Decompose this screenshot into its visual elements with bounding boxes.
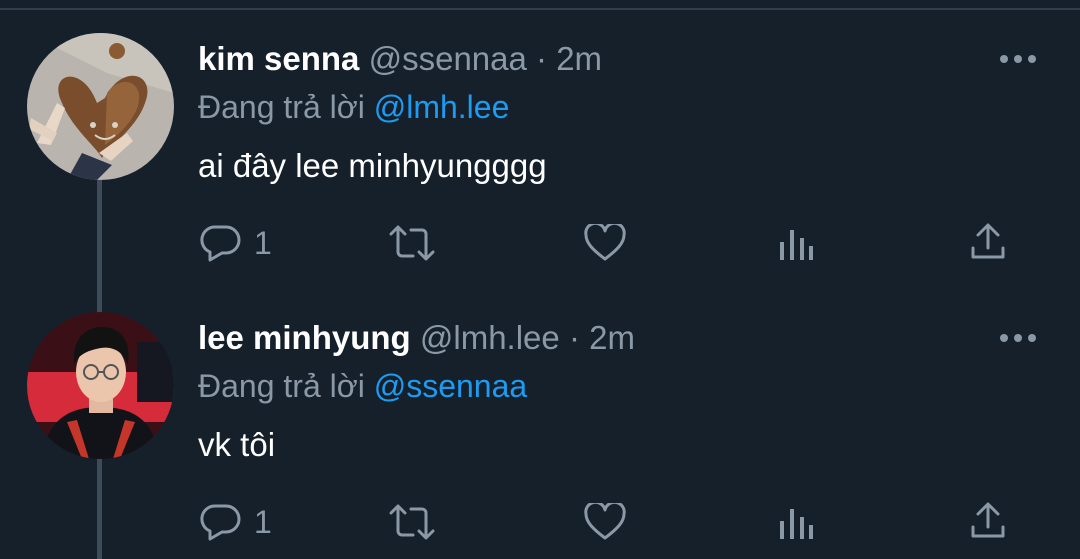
tweet-header: kim senna @ssennaa · 2m [198,39,602,79]
separator-dot: · [536,40,548,77]
heart-icon [584,503,626,540]
tweet-header: lee minhyung @lmh.lee · 2m [198,318,635,358]
reply-button[interactable]: 1 [200,503,272,541]
avatar[interactable] [27,312,174,459]
tweet-text: vk tôi [198,426,276,463]
user-handle[interactable]: @ssennaa [369,40,527,77]
reply-icon [200,504,241,541]
analytics-icon [780,509,813,539]
timestamp[interactable]: 2m [556,40,602,77]
share-icon [971,223,1005,259]
retweet-button[interactable] [387,503,437,541]
retweet-button[interactable] [387,224,437,262]
like-button[interactable] [583,224,627,262]
replying-prefix: Đang trả lời [198,89,365,125]
display-name[interactable]: lee minhyung [198,319,411,356]
person-photo-icon [27,312,174,459]
leaf-heart-photo-icon [27,33,174,180]
tweet-1[interactable]: kim senna @ssennaa · 2m Đang trả lời @lm… [0,0,1080,279]
user-handle[interactable]: @lmh.lee [420,319,560,356]
retweet-icon [389,504,435,540]
replying-to-line: Đang trả lời @lmh.lee [198,87,509,127]
timestamp[interactable]: 2m [589,319,635,356]
share-button[interactable] [969,222,1007,262]
reply-count: 1 [254,504,272,540]
retweet-icon [389,225,435,261]
replying-to-mention[interactable]: @ssennaa [374,368,527,404]
reply-count: 1 [254,225,272,261]
replying-prefix: Đang trả lời [198,368,365,404]
reply-button[interactable]: 1 [200,224,272,262]
views-button[interactable] [778,505,814,541]
like-button[interactable] [583,503,627,541]
heart-icon [584,224,626,261]
avatar[interactable] [27,33,174,180]
analytics-icon [780,230,813,260]
more-horizontal-icon[interactable] [1000,49,1044,69]
more-horizontal-icon[interactable] [1000,328,1044,348]
display-name[interactable]: kim senna [198,40,359,77]
share-icon [971,502,1005,538]
replying-to-line: Đang trả lời @ssennaa [198,366,527,406]
share-button[interactable] [969,501,1007,541]
separator-dot: · [568,319,580,356]
tweet-text: ai đây lee minhyungggg [198,147,547,184]
tweet-2[interactable]: lee minhyung @lmh.lee · 2m Đang trả lời … [0,279,1080,558]
replying-to-mention[interactable]: @lmh.lee [374,89,510,125]
reply-icon [200,225,241,262]
views-button[interactable] [778,226,814,262]
